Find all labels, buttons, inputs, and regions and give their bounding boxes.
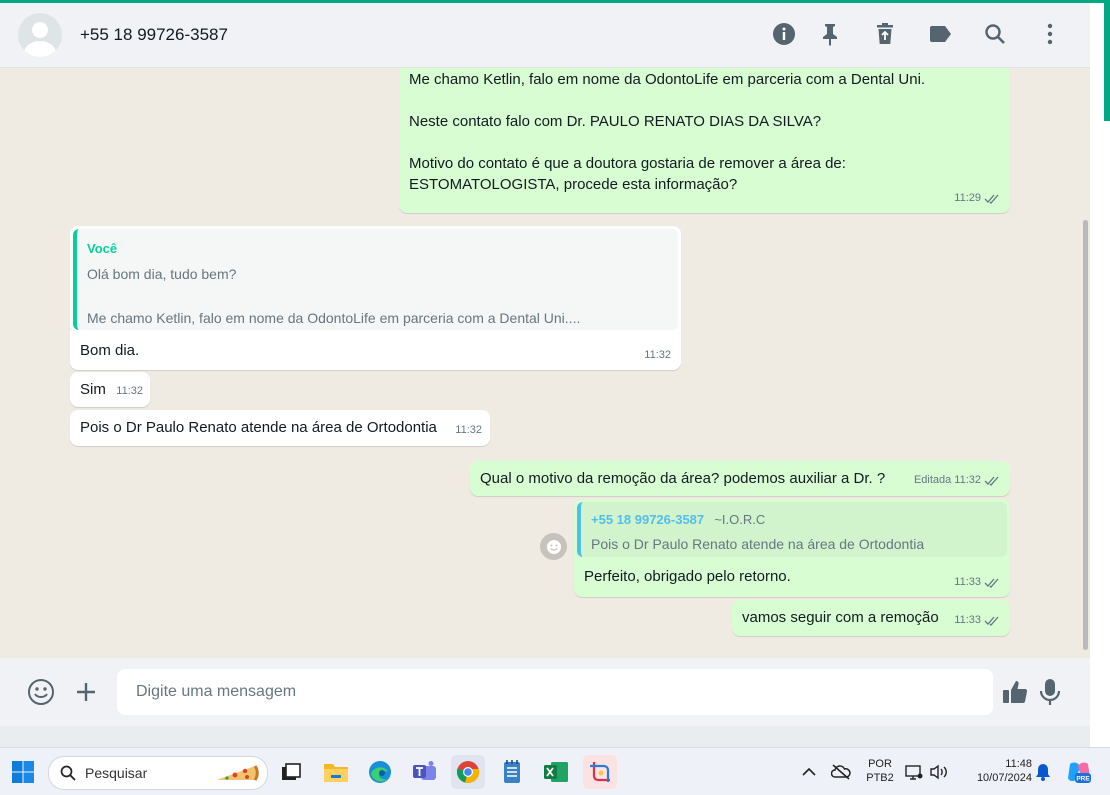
react-emoji-button[interactable] bbox=[540, 533, 567, 560]
message-meta: Editada 11:32 bbox=[914, 470, 1000, 491]
avatar-body-icon bbox=[24, 41, 56, 57]
edited-label: Editada bbox=[913, 474, 952, 486]
onedrive-offline-icon[interactable] bbox=[829, 755, 853, 789]
message-text: Pois o Dr Paulo Renato atende na área de… bbox=[80, 419, 437, 436]
message-time: 11:32 bbox=[644, 349, 671, 361]
chrome-icon[interactable] bbox=[451, 755, 485, 789]
copilot-icon[interactable]: PRE bbox=[1063, 755, 1095, 789]
task-view-icon[interactable] bbox=[274, 755, 308, 789]
contact-name[interactable]: +55 18 99726-3587 bbox=[80, 25, 228, 45]
keyboard-layout: PTB2 bbox=[866, 772, 894, 784]
double-check-icon bbox=[984, 194, 999, 204]
message-input[interactable]: Digite uma mensagem bbox=[117, 669, 993, 715]
message-incoming[interactable]: Você Olá bom dia, tudo bem? Me chamo Ket… bbox=[70, 226, 681, 370]
avatar-head-icon bbox=[32, 22, 48, 38]
pizza-icon bbox=[217, 765, 259, 781]
notepad-icon[interactable] bbox=[495, 755, 529, 789]
excel-icon[interactable] bbox=[539, 755, 573, 789]
message-incoming[interactable]: Sim 11:32 bbox=[70, 372, 150, 407]
message-text: Qual o motivo da remoção da área? podemo… bbox=[480, 470, 886, 487]
message-outgoing[interactable]: +55 18 99726-3587 ~I.O.R.C Pois o Dr Pau… bbox=[574, 499, 1010, 597]
message-outgoing[interactable]: Qual o motivo da remoção da área? podemo… bbox=[470, 461, 1010, 496]
search-icon[interactable] bbox=[982, 21, 1008, 47]
composer: Digite uma mensagem bbox=[0, 658, 1090, 726]
label-icon[interactable] bbox=[927, 21, 953, 47]
message-outgoing[interactable]: vamos seguir com a remoção 11:33 bbox=[732, 600, 1010, 636]
network-icon[interactable] bbox=[903, 755, 925, 789]
message-time: 11:32 bbox=[116, 385, 143, 397]
message-meta: 11:33 bbox=[954, 572, 1000, 593]
side-strip bbox=[1090, 3, 1110, 747]
message-text: Me chamo Ketlin, falo em nome da OdontoL… bbox=[409, 71, 926, 88]
message-text: Neste contato falo com Dr. PAULO RENATO … bbox=[409, 113, 822, 130]
message-time: 11:32 bbox=[455, 424, 482, 436]
delete-icon[interactable] bbox=[872, 21, 898, 47]
message-text: Perfeito, obrigado pelo retorno. bbox=[584, 568, 791, 585]
message-text: vamos seguir com a remoção bbox=[742, 609, 939, 626]
clock-date: 10/07/2024 bbox=[976, 772, 1032, 784]
message-text: ESTOMATOLOGISTA, procede esta informação… bbox=[409, 176, 738, 193]
message-text: Motivo do contato é que a doutora gostar… bbox=[409, 155, 846, 172]
message-meta: 11:29 bbox=[954, 188, 1000, 209]
clock-time: 11:48 bbox=[1005, 758, 1032, 770]
message-time: 11:33 bbox=[954, 576, 981, 588]
volume-icon[interactable] bbox=[927, 755, 951, 789]
quoted-message[interactable]: +55 18 99726-3587 ~I.O.R.C Pois o Dr Pau… bbox=[577, 502, 1007, 557]
quote-author: Você bbox=[87, 241, 118, 256]
thumbs-up-icon[interactable] bbox=[1000, 677, 1030, 707]
double-check-icon bbox=[984, 476, 999, 486]
language-code: POR bbox=[868, 758, 892, 770]
quote-text: Pois o Dr Paulo Renato atende na área de… bbox=[591, 536, 925, 552]
avatar[interactable] bbox=[18, 13, 62, 57]
message-meta: 11:33 bbox=[954, 610, 1000, 631]
file-explorer-icon[interactable] bbox=[319, 755, 353, 789]
message-time: 11:29 bbox=[954, 192, 981, 204]
chat-area[interactable]: Me chamo Ketlin, falo em nome da OdontoL… bbox=[0, 68, 1090, 658]
teams-icon[interactable] bbox=[408, 755, 442, 789]
message-text: Sim bbox=[80, 381, 106, 398]
quote-alias: ~I.O.R.C bbox=[714, 512, 766, 527]
taskbar-search-label: Pesquisar bbox=[85, 765, 148, 781]
edge-browser-icon[interactable] bbox=[363, 755, 397, 789]
message-time: 11:32 bbox=[954, 474, 981, 486]
quote-text: Olá bom dia, tudo bem? bbox=[87, 266, 237, 282]
language-indicator[interactable]: POR PTB2 bbox=[860, 757, 900, 785]
quote-author: +55 18 99726-3587 bbox=[591, 512, 705, 527]
side-strip-accent bbox=[1104, 3, 1110, 121]
chat-header: +55 18 99726-3587 bbox=[0, 3, 1090, 68]
taskbar-search[interactable]: Pesquisar bbox=[48, 756, 268, 790]
message-time: 11:33 bbox=[954, 614, 981, 626]
search-icon bbox=[60, 765, 76, 781]
message-input-placeholder: Digite uma mensagem bbox=[136, 683, 297, 700]
chevron-up-icon[interactable] bbox=[797, 755, 821, 789]
windows-taskbar: Pesquisar POR PTB2 11:48 10/07/2024 PRE bbox=[0, 747, 1110, 795]
attach-plus-icon[interactable] bbox=[71, 677, 101, 707]
chat-scrollbar[interactable] bbox=[1080, 70, 1090, 658]
message-incoming[interactable]: Pois o Dr Paulo Renato atende na área de… bbox=[70, 410, 490, 446]
menu-icon[interactable] bbox=[1037, 21, 1063, 47]
double-check-icon bbox=[984, 578, 999, 588]
copilot-badge-text: PRE bbox=[1076, 776, 1090, 783]
message-outgoing[interactable]: Me chamo Ketlin, falo em nome da OdontoL… bbox=[399, 68, 1010, 213]
pin-icon[interactable] bbox=[817, 21, 843, 47]
quoted-message[interactable]: Você Olá bom dia, tudo bem? Me chamo Ket… bbox=[73, 229, 678, 330]
snipping-tool-icon[interactable] bbox=[583, 755, 617, 789]
quote-text: Me chamo Ketlin, falo em nome da OdontoL… bbox=[87, 310, 581, 326]
message-text: Bom dia. bbox=[80, 342, 140, 359]
info-icon[interactable] bbox=[771, 21, 797, 47]
smiley-icon bbox=[546, 539, 561, 554]
emoji-icon[interactable] bbox=[26, 677, 56, 707]
notification-bell-icon[interactable] bbox=[1032, 755, 1054, 789]
double-check-icon bbox=[984, 616, 999, 626]
scrollbar-thumb[interactable] bbox=[1083, 220, 1088, 650]
windows-start-icon[interactable] bbox=[6, 755, 40, 789]
microphone-icon[interactable] bbox=[1035, 677, 1065, 707]
system-clock[interactable]: 11:48 10/07/2024 bbox=[962, 757, 1032, 785]
